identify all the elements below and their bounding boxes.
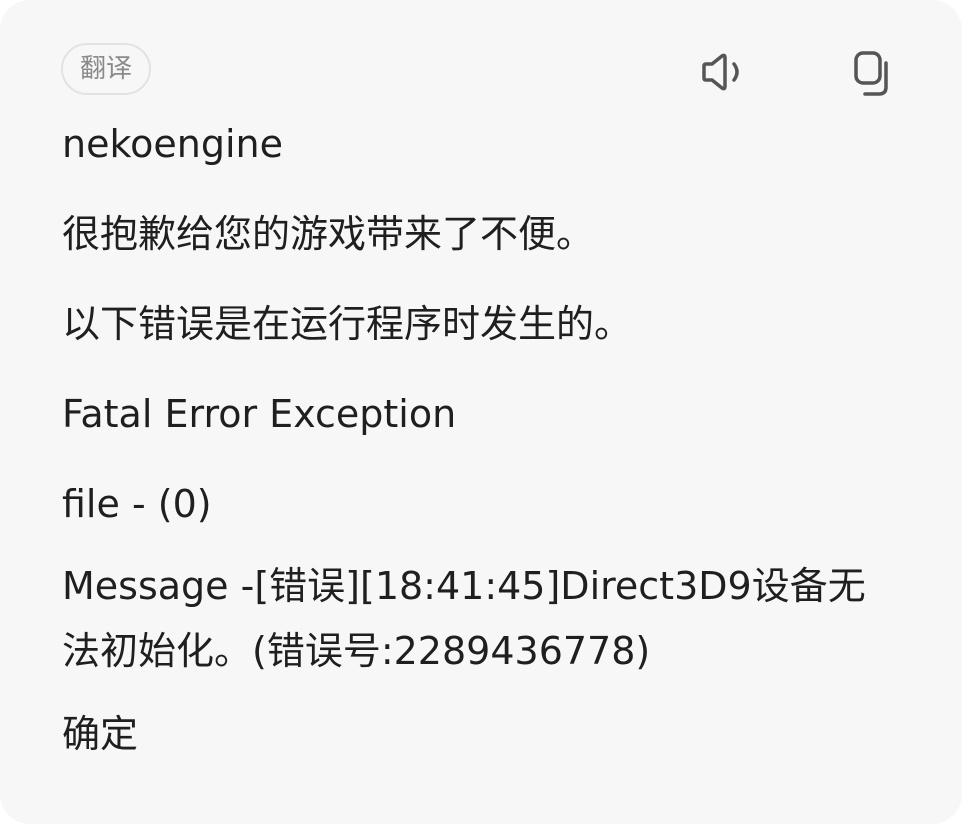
confirm-text: 确定: [62, 712, 139, 756]
speaker-button[interactable]: [694, 42, 754, 102]
copy-icon: [854, 51, 888, 96]
translated-text: nekoengine 很抱歉给您的游戏带来了不便。 以下错误是在运行程序时发生的…: [62, 118, 922, 760]
app-name: nekoengine: [62, 122, 283, 166]
translation-card: 翻译 nekoengine 很抱歉给您的游戏带来了不便。 以下错误是在运行程序时…: [0, 0, 962, 824]
translate-chip[interactable]: 翻译: [61, 43, 151, 95]
apology-line: 很抱歉给您的游戏带来了不便。: [62, 212, 595, 256]
speaker-icon: [702, 53, 739, 91]
copy-button[interactable]: [842, 43, 902, 103]
exception-type-line: Fatal Error Exception: [62, 392, 457, 436]
file-line: file - (0): [62, 482, 212, 526]
error-intro-line: 以下错误是在运行程序时发生的。: [62, 302, 633, 346]
message-line: Message -[错误][18:41:45]Direct3D9设备无法初始化。…: [62, 564, 866, 673]
